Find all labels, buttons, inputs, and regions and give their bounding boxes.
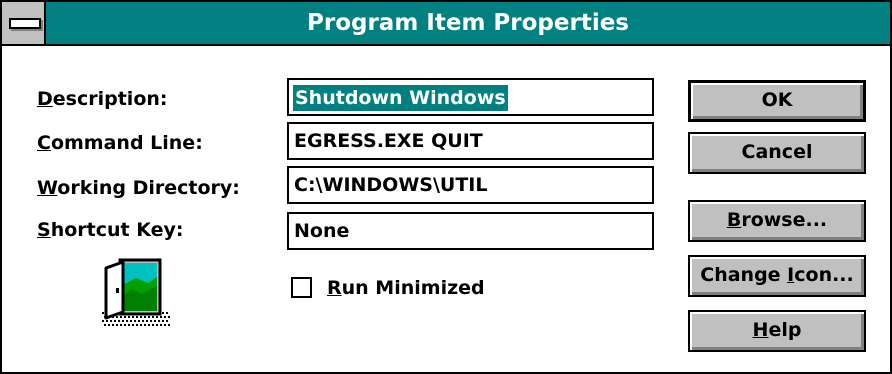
working-directory-input[interactable] [289, 168, 652, 202]
title-bar[interactable]: Program Item Properties [2, 2, 890, 46]
program-door-icon [102, 258, 170, 326]
shortcut-key-input[interactable] [289, 214, 652, 248]
run-minimized-label[interactable]: Run Minimized [327, 274, 485, 302]
description-selected-text[interactable]: Shutdown Windows [293, 85, 508, 111]
ok-button[interactable]: OK [688, 80, 866, 122]
cancel-button[interactable]: Cancel [688, 132, 866, 174]
system-menu-icon [9, 18, 41, 29]
change-icon-button[interactable]: Change Icon... [688, 255, 866, 297]
working-directory-label: Working Directory: [37, 177, 240, 199]
shortcut-key-label: Shortcut Key: [37, 219, 184, 241]
description-label: Description: [37, 88, 168, 110]
command-line-label: Command Line: [37, 132, 203, 154]
command-line-field[interactable] [287, 122, 654, 160]
program-item-properties-dialog: Program Item Properties Description: Com… [0, 0, 892, 374]
working-directory-field[interactable] [287, 166, 654, 204]
shortcut-key-field[interactable] [287, 212, 654, 250]
system-menu-button[interactable] [2, 2, 46, 44]
command-line-input[interactable] [289, 124, 652, 158]
description-field[interactable]: Shutdown Windows [287, 78, 654, 116]
browse-button[interactable]: Browse... [688, 200, 866, 242]
window-title: Program Item Properties [307, 10, 629, 36]
help-button[interactable]: Help [688, 310, 866, 352]
run-minimized-checkbox[interactable] [291, 277, 312, 298]
